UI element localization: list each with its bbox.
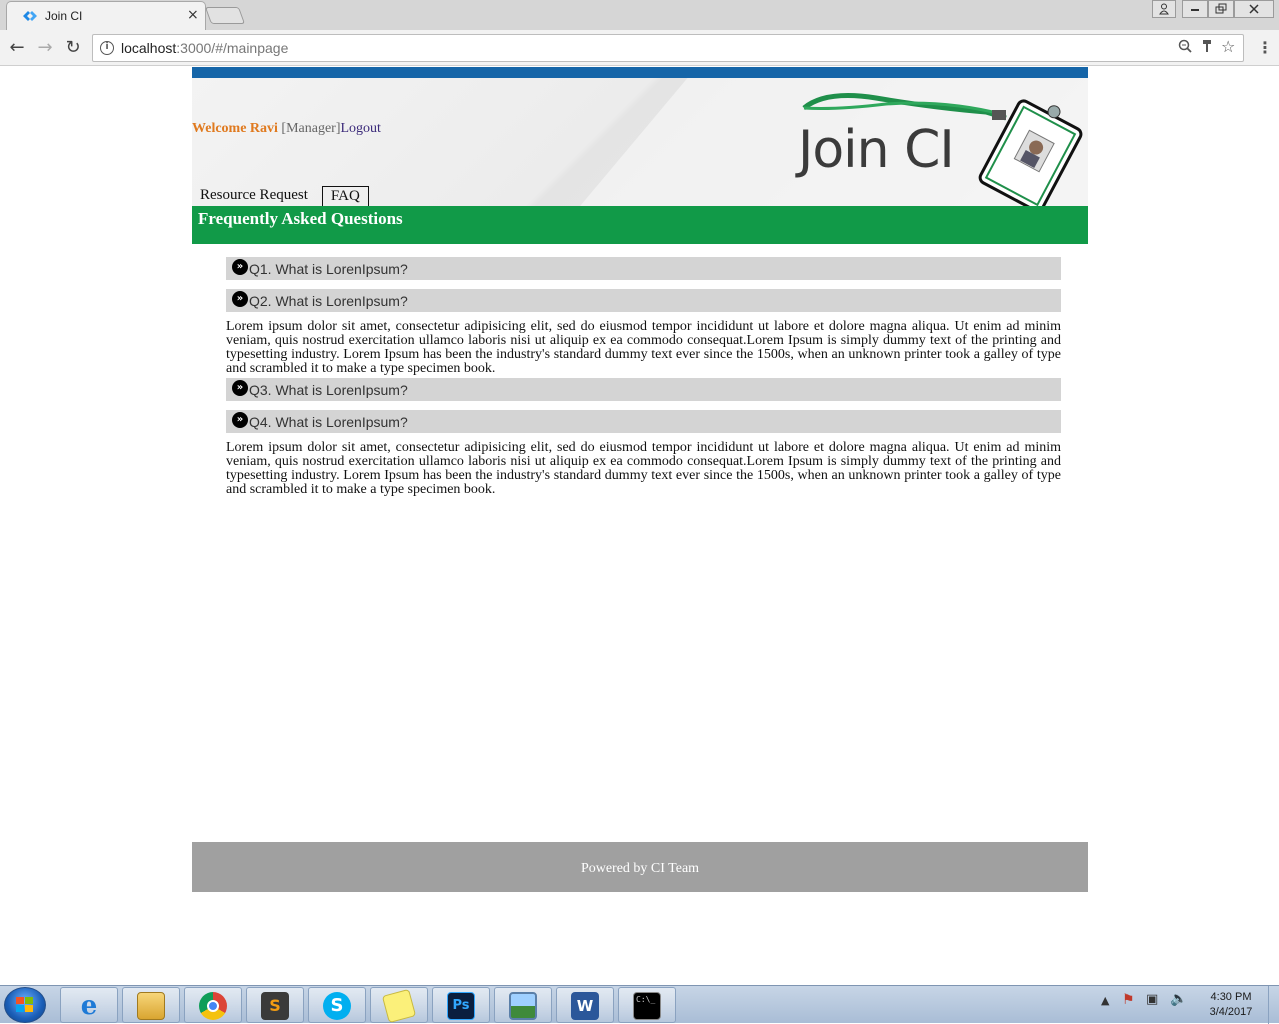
taskbar-word[interactable]: W (556, 987, 614, 1023)
back-arrow-icon[interactable]: ← (6, 37, 28, 59)
browser-toolbar: ← → ↻ i localhost:3000/#/mainpage ☆ ⋮ (0, 30, 1279, 66)
welcome-line: Welcome Ravi [Manager]Logout (192, 121, 381, 137)
faq-answer-2: Lorem ipsum dolor sit amet, consectetur … (226, 319, 1061, 376)
faq-question-text: Q1. What is LorenIpsum? (249, 261, 408, 277)
word-icon: W (571, 992, 599, 1020)
faq-question-1[interactable]: » Q1. What is LorenIpsum? (226, 257, 1061, 280)
tab-resource-request[interactable]: Resource Request (192, 186, 316, 206)
clock-time: 4:30 PM (1210, 991, 1252, 1003)
taskbar-sticky-notes[interactable] (370, 987, 428, 1024)
tab-close-button[interactable]: × (187, 7, 199, 23)
browser-titlebar: Join CI × (0, 0, 1279, 30)
action-center-flag-icon[interactable]: ⚑ (1122, 992, 1135, 1008)
taskbar-skype[interactable]: S (308, 987, 366, 1023)
browser-tab[interactable]: Join CI × (6, 1, 206, 30)
header-top-bar (192, 67, 1088, 78)
taskbar-clock[interactable]: 4:30 PM 3/4/2017 (1200, 990, 1262, 1020)
reload-icon[interactable]: ↻ (62, 37, 84, 59)
faq-answer-4: Lorem ipsum dolor sit amet, consectetur … (226, 440, 1061, 497)
zoom-icon[interactable] (1178, 39, 1192, 57)
url-text[interactable]: localhost:3000/#/mainpage (121, 40, 288, 56)
sublime-text-icon: S (261, 992, 289, 1020)
minimize-button[interactable] (1182, 0, 1208, 18)
file-explorer-icon (137, 992, 165, 1020)
taskbar-sublime-text[interactable]: S (246, 987, 304, 1023)
forward-arrow-icon[interactable]: → (34, 37, 56, 59)
clock-date: 3/4/2017 (1209, 1006, 1253, 1018)
page-title: Frequently Asked Questions (198, 209, 403, 228)
info-icon[interactable]: i (100, 41, 114, 55)
page-container: Welcome Ravi [Manager]Logout Join CI Res… (192, 67, 1088, 892)
faq-list: » Q1. What is LorenIpsum? » Q2. What is … (226, 257, 1061, 499)
windows-taskbar: e S S Ps W C:\_ ▲ ⚑ ▣ 🔈 4:30 PM 3/4/2017 (0, 985, 1279, 1024)
page-header: Welcome Ravi [Manager]Logout Join CI Res… (192, 78, 1088, 206)
address-bar[interactable]: i localhost:3000/#/mainpage ☆ (92, 34, 1244, 62)
faq-question-text: Q2. What is LorenIpsum? (249, 293, 408, 309)
chevron-down-icon[interactable]: » (232, 259, 248, 275)
faq-question-text: Q3. What is LorenIpsum? (249, 382, 408, 398)
page-footer: Powered by CI Team (192, 842, 1088, 892)
faq-question-4[interactable]: » Q4. What is LorenIpsum? (226, 410, 1061, 433)
faq-question-2[interactable]: » Q2. What is LorenIpsum? (226, 289, 1061, 312)
windows-logo-icon (16, 997, 33, 1012)
nav-tabs: Resource Request FAQ (192, 186, 369, 206)
photo-viewer-icon (509, 992, 537, 1020)
start-button[interactable] (4, 987, 46, 1023)
join-ci-logo: Join CI (796, 90, 1086, 206)
volume-icon[interactable]: 🔈 (1170, 991, 1187, 1007)
user-role: [Manager] (281, 121, 341, 136)
welcome-text: Welcome Ravi (192, 121, 278, 136)
chevron-down-icon[interactable]: » (232, 380, 248, 396)
network-icon[interactable]: ▣ (1146, 992, 1158, 1007)
show-desktop-button[interactable] (1268, 986, 1279, 1024)
new-tab-button[interactable] (204, 7, 246, 24)
faq-question-text: Q4. What is LorenIpsum? (249, 414, 408, 430)
tab-title: Join CI (45, 9, 83, 23)
extension-icon[interactable] (1201, 39, 1213, 57)
skype-icon: S (323, 992, 351, 1020)
chrome-icon (199, 992, 227, 1020)
logo-text: Join CI (798, 120, 955, 180)
sticky-notes-icon (381, 988, 417, 1024)
bookmark-star-icon[interactable]: ☆ (1221, 37, 1235, 56)
tab-faq[interactable]: FAQ (321, 186, 369, 206)
browser-menu-icon[interactable]: ⋮ (1257, 38, 1273, 57)
taskbar-file-explorer[interactable] (122, 987, 180, 1023)
restore-button[interactable] (1208, 0, 1234, 18)
footer-text: Powered by CI Team (580, 861, 700, 876)
taskbar-chrome[interactable] (184, 987, 242, 1023)
user-icon[interactable] (1152, 0, 1176, 18)
taskbar-command-prompt[interactable]: C:\_ (618, 987, 676, 1023)
logout-link[interactable]: Logout (341, 121, 381, 136)
angular-favicon-icon (23, 11, 37, 21)
tray-show-hidden-icon[interactable]: ▲ (1101, 994, 1109, 1007)
internet-explorer-icon: e (80, 991, 98, 1021)
close-window-button[interactable] (1234, 0, 1274, 18)
chevron-down-icon[interactable]: » (232, 412, 248, 428)
taskbar-photoshop[interactable]: Ps (432, 987, 490, 1023)
command-prompt-icon: C:\_ (633, 992, 661, 1020)
faq-banner: Frequently Asked Questions (192, 206, 1088, 244)
taskbar-internet-explorer[interactable]: e (60, 987, 118, 1023)
photoshop-icon: Ps (447, 992, 475, 1020)
faq-question-3[interactable]: » Q3. What is LorenIpsum? (226, 378, 1061, 401)
chevron-down-icon[interactable]: » (232, 291, 248, 307)
taskbar-photo-viewer[interactable] (494, 987, 552, 1023)
